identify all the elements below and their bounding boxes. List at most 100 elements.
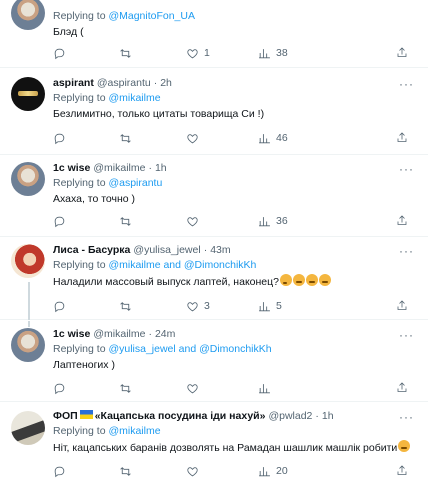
timestamp[interactable]: 43m bbox=[210, 243, 230, 257]
display-name[interactable]: ФОП «Кацапська посудина іди нахуй» bbox=[53, 409, 265, 423]
tweet-text: Блэд ( bbox=[53, 26, 84, 38]
share-icon bbox=[397, 47, 407, 57]
retweet-icon bbox=[120, 466, 131, 476]
bookmark-button[interactable] bbox=[396, 299, 408, 315]
reply-mention-link[interactable]: @MagnitoFon_UA bbox=[108, 10, 195, 22]
retweet-icon bbox=[120, 383, 131, 393]
views-button[interactable]: 5 bbox=[258, 299, 282, 313]
like-button[interactable] bbox=[186, 131, 204, 145]
bookmark-button[interactable] bbox=[396, 214, 408, 230]
tweet[interactable]: ··· 1c wise @mikailme · 24m Replying to … bbox=[0, 321, 428, 402]
thread-line bbox=[28, 321, 30, 327]
retweet-icon bbox=[120, 301, 131, 311]
retweet-button[interactable] bbox=[119, 381, 137, 395]
avatar[interactable] bbox=[11, 411, 45, 445]
avatar[interactable] bbox=[11, 244, 45, 278]
views-button[interactable]: 46 bbox=[258, 131, 288, 145]
retweet-button[interactable] bbox=[119, 464, 137, 478]
reply-button[interactable] bbox=[53, 381, 71, 395]
avatar[interactable] bbox=[11, 328, 45, 362]
reply-mention-link[interactable]: @aspirantu bbox=[108, 177, 162, 189]
separator-dot: · bbox=[203, 244, 208, 256]
tweet-header: 1c wise @mikailme · 1h bbox=[53, 161, 418, 175]
views-icon bbox=[259, 383, 270, 393]
user-handle[interactable]: @yulisa_jewel bbox=[133, 243, 200, 257]
display-name[interactable]: aspirant bbox=[53, 76, 94, 90]
tweet[interactable]: ··· Лиса - Басурка @yulisa_jewel · 43m R… bbox=[0, 238, 428, 320]
like-icon bbox=[187, 301, 198, 311]
retweet-button[interactable] bbox=[119, 46, 137, 60]
like-button[interactable] bbox=[186, 381, 204, 395]
reply-icon bbox=[54, 301, 65, 312]
like-icon bbox=[187, 216, 198, 226]
user-handle[interactable]: @pwlad2 bbox=[268, 409, 312, 423]
display-name[interactable]: Лиса - Басурка bbox=[53, 243, 130, 257]
reply-button[interactable] bbox=[53, 464, 71, 478]
reply-mention-link[interactable]: @yulisa_jewel and @DimonchikKh bbox=[108, 343, 271, 355]
replying-to: Replying to @mikailme bbox=[53, 425, 161, 437]
reply-button[interactable] bbox=[53, 46, 71, 60]
views-icon bbox=[259, 48, 270, 58]
tweet[interactable]: Replying to @MagnitoFon_UA Блэд ( 1 38 bbox=[0, 0, 428, 68]
avatar[interactable] bbox=[11, 77, 45, 111]
rofl-icon bbox=[292, 274, 305, 286]
tweet-text: Лаптеногих ) bbox=[53, 359, 115, 371]
views-button[interactable]: 20 bbox=[258, 464, 288, 478]
thread-line bbox=[28, 282, 30, 320]
views-icon bbox=[259, 216, 270, 226]
like-button[interactable] bbox=[186, 214, 204, 228]
user-handle[interactable]: @mikailme bbox=[93, 327, 145, 341]
share-icon bbox=[397, 300, 407, 310]
like-button[interactable] bbox=[186, 464, 204, 478]
ukraine-flag-icon bbox=[79, 410, 93, 419]
tweet[interactable]: ··· 1c wise @mikailme · 1h Replying to @… bbox=[0, 156, 428, 237]
reply-mention-link[interactable]: @mikailme bbox=[108, 425, 160, 437]
timestamp[interactable]: 2h bbox=[160, 76, 172, 90]
timestamp[interactable]: 24m bbox=[155, 327, 175, 341]
retweet-button[interactable] bbox=[119, 214, 137, 228]
reply-button[interactable] bbox=[53, 214, 71, 228]
display-name[interactable]: 1c wise bbox=[53, 327, 90, 341]
tweet-header: aspirant @aspirantu · 2h bbox=[53, 76, 418, 90]
like-button[interactable]: 3 bbox=[186, 299, 210, 313]
reply-mention-link[interactable]: @mikailme and @DimonchikKh bbox=[108, 259, 256, 271]
timestamp[interactable]: 1h bbox=[322, 409, 334, 423]
bookmark-button[interactable] bbox=[396, 46, 408, 62]
replying-to: Replying to @yulisa_jewel and @Dimonchik… bbox=[53, 343, 272, 355]
separator-dot: · bbox=[315, 410, 319, 422]
reply-mention-link[interactable]: @mikailme bbox=[108, 92, 160, 104]
share-icon bbox=[397, 382, 407, 392]
views-icon bbox=[259, 133, 270, 143]
tweet-text: Ахаха, то точно ) bbox=[53, 193, 136, 205]
views-button[interactable]: 38 bbox=[258, 46, 288, 60]
timestamp[interactable]: 1h bbox=[155, 161, 167, 175]
user-handle[interactable]: @mikailme bbox=[93, 161, 145, 175]
reply-icon bbox=[54, 383, 65, 394]
tweet-text: Наладили массовый выпуск лаптей, наконец… bbox=[53, 274, 418, 290]
tweet-text: Безлимитно, только цитаты товарища Си !) bbox=[53, 108, 265, 120]
reply-button[interactable] bbox=[53, 131, 71, 145]
retweet-icon bbox=[120, 216, 131, 226]
replying-to: Replying to @aspirantu bbox=[53, 177, 163, 189]
like-button[interactable]: 1 bbox=[186, 46, 210, 60]
views-button[interactable]: 36 bbox=[258, 214, 288, 228]
user-handle[interactable]: @aspirantu bbox=[97, 76, 151, 90]
reply-icon bbox=[54, 133, 65, 144]
retweet-button[interactable] bbox=[119, 299, 137, 313]
tears-of-joy-icon bbox=[398, 440, 411, 452]
retweet-button[interactable] bbox=[119, 131, 137, 145]
reply-icon bbox=[54, 48, 65, 59]
bookmark-button[interactable] bbox=[396, 464, 408, 480]
views-button[interactable] bbox=[258, 381, 276, 395]
rofl-icon bbox=[318, 274, 331, 286]
avatar[interactable] bbox=[11, 162, 45, 196]
tweet[interactable]: ··· aspirant @aspirantu · 2h Replying to… bbox=[0, 69, 428, 155]
reply-button[interactable] bbox=[53, 299, 71, 313]
display-name[interactable]: 1c wise bbox=[53, 161, 90, 175]
avatar[interactable] bbox=[11, 0, 45, 30]
tweet-header: ФОП «Кацапська посудина іди нахуй» @pwlad… bbox=[53, 409, 418, 423]
bookmark-button[interactable] bbox=[396, 381, 408, 397]
separator-dot: · bbox=[148, 162, 152, 174]
bookmark-button[interactable] bbox=[396, 131, 408, 147]
tweet[interactable]: ··· ФОП «Кацапська посудина іди нахуй» @p… bbox=[0, 403, 428, 489]
